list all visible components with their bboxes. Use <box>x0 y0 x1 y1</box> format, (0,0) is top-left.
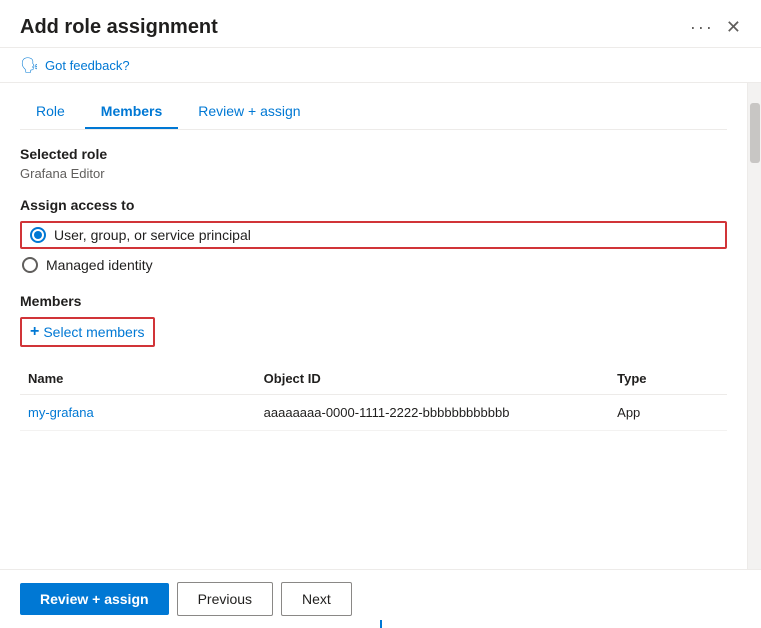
scrollbar-track[interactable] <box>747 83 761 569</box>
selected-role-value: Grafana Editor <box>20 166 727 181</box>
dialog-header: Add role assignment ··· ✕ <box>0 0 761 48</box>
cell-name[interactable]: my-grafana <box>20 405 256 420</box>
radio-circle-managed-identity <box>22 257 38 273</box>
tabs: Role Members Review + assign <box>20 83 727 130</box>
feedback-bar: 🗣 Got feedback? <box>0 48 761 83</box>
main-content: Role Members Review + assign Selected ro… <box>0 83 747 569</box>
radio-managed-identity[interactable]: Managed identity <box>20 257 727 273</box>
radio-label-managed-identity: Managed identity <box>46 257 153 273</box>
radio-circle-user-group <box>30 227 46 243</box>
scrollbar-thumb[interactable] <box>750 103 760 163</box>
table-row: my-grafana aaaaaaaa-0000-1111-2222-bbbbb… <box>20 395 727 431</box>
dialog-header-right: ··· ✕ <box>690 17 741 38</box>
radio-user-group[interactable]: User, group, or service principal <box>20 221 727 249</box>
members-section: Members + Select members <box>20 293 727 347</box>
next-button[interactable]: Next <box>281 582 352 616</box>
table-header: Name Object ID Type <box>20 363 727 395</box>
col-header-object-id: Object ID <box>256 371 610 386</box>
col-header-type: Type <box>609 371 727 386</box>
members-table: Name Object ID Type my-grafana aaaaaaaa-… <box>20 363 727 431</box>
close-icon[interactable]: ✕ <box>726 17 741 38</box>
dialog-title: Add role assignment <box>20 16 218 39</box>
radio-label-user-group: User, group, or service principal <box>54 227 251 243</box>
selected-role-label: Selected role <box>20 146 727 162</box>
more-options-icon[interactable]: ··· <box>690 17 714 38</box>
review-assign-button[interactable]: Review + assign <box>20 583 169 615</box>
tab-role[interactable]: Role <box>20 95 81 129</box>
feedback-icon: 🗣 <box>20 56 39 74</box>
plus-icon: + <box>30 323 39 341</box>
footer: Review + assign Previous Next <box>0 569 761 628</box>
radio-group: User, group, or service principal Manage… <box>20 221 727 273</box>
previous-button[interactable]: Previous <box>177 582 273 616</box>
col-header-name: Name <box>20 371 256 386</box>
footer-indicator <box>380 620 382 628</box>
cell-type: App <box>609 405 727 420</box>
tab-members[interactable]: Members <box>85 95 178 129</box>
scrollable-area: Role Members Review + assign Selected ro… <box>0 83 761 569</box>
cell-object-id: aaaaaaaa-0000-1111-2222-bbbbbbbbbbbb <box>256 405 610 420</box>
select-members-button[interactable]: + Select members <box>20 317 155 347</box>
tab-review-assign[interactable]: Review + assign <box>182 95 316 129</box>
members-title: Members <box>20 293 727 309</box>
select-members-label: Select members <box>43 324 144 340</box>
add-role-assignment-dialog: Add role assignment ··· ✕ 🗣 Got feedback… <box>0 0 761 628</box>
assign-access-label: Assign access to <box>20 197 727 213</box>
feedback-link[interactable]: Got feedback? <box>45 58 130 73</box>
